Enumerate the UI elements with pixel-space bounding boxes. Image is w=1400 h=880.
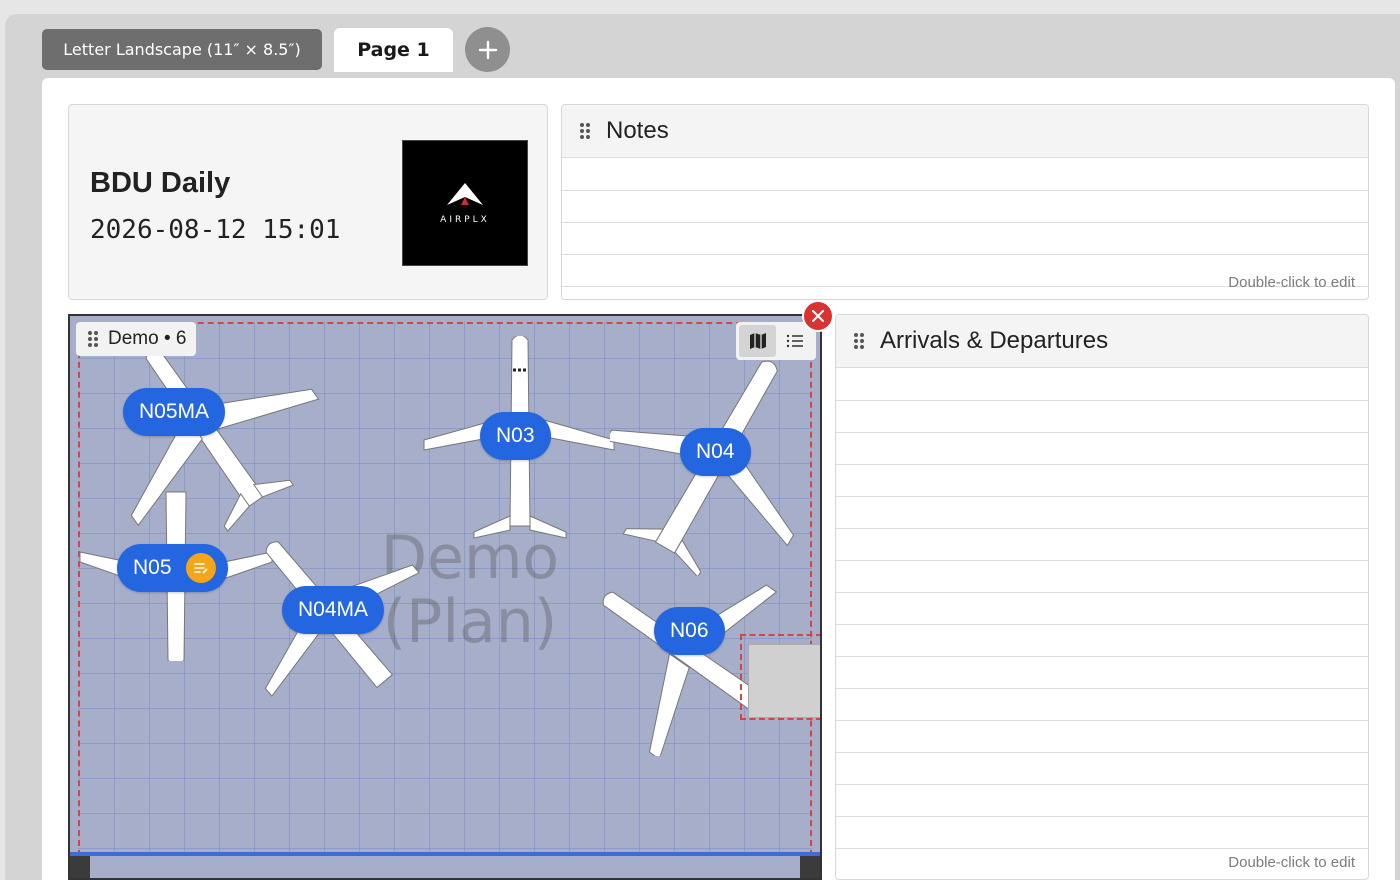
tail-tag-n06[interactable]: N06 — [654, 607, 725, 655]
map-icon — [749, 333, 766, 349]
resize-handle-left[interactable] — [70, 856, 90, 878]
page-size-button[interactable]: Letter Landscape (11″ × 8.5″) — [42, 29, 322, 70]
list-view-button[interactable] — [776, 325, 813, 357]
tail-tag-n04[interactable]: N04 — [680, 428, 751, 476]
arrivals-header[interactable]: Arrivals & Departures — [836, 315, 1368, 368]
plan-scrollbar[interactable] — [70, 856, 820, 878]
stand-placeholder — [748, 644, 820, 718]
demo-plan-label[interactable]: Demo • 6 — [76, 322, 197, 356]
board-title: BDU Daily — [90, 167, 231, 199]
logo-mark-icon — [447, 183, 483, 205]
arrivals-title: Arrivals & Departures — [880, 327, 1109, 354]
tail-tag-n03[interactable]: N03 — [480, 412, 551, 460]
drag-handle-icon[interactable] — [580, 123, 592, 139]
resize-handle-right[interactable] — [800, 856, 820, 878]
notes-widget[interactable]: Notes Double-click to edit — [561, 104, 1369, 300]
list-icon — [786, 334, 803, 348]
drag-handle-icon[interactable] — [88, 331, 100, 347]
empty-stand[interactable] — [740, 634, 820, 720]
notes-header[interactable]: Notes — [562, 105, 1368, 158]
tail-tag-n05ma[interactable]: N05MA — [123, 388, 226, 436]
notes-edit-hint: Double-click to edit — [1228, 274, 1355, 291]
demo-plan-widget[interactable]: Demo (Plan) N05MA N03 N04 N05 N04MA N06 … — [68, 314, 822, 880]
view-toggle[interactable] — [736, 322, 816, 360]
tail-tag-n05-label: N05 — [133, 556, 172, 579]
map-view-button[interactable] — [739, 325, 776, 357]
note-icon[interactable] — [185, 553, 216, 583]
notes-title: Notes — [606, 117, 669, 144]
airplx-logo: AIRPLX — [402, 140, 528, 266]
title-card[interactable]: BDU Daily 2026-08-12 15:01 AIRPLX — [68, 104, 548, 300]
tail-tag-n05[interactable]: N05 — [117, 544, 228, 592]
tab-page-1[interactable]: Page 1 — [334, 28, 453, 72]
tail-tag-n04ma[interactable]: N04MA — [282, 586, 385, 634]
add-page-button[interactable] — [465, 27, 510, 72]
logo-wordmark: AIRPLX — [440, 215, 490, 225]
close-icon — [812, 310, 824, 322]
demo-plan-title: Demo • 6 — [108, 328, 187, 349]
drag-handle-icon[interactable] — [854, 333, 866, 349]
arrivals-lines[interactable] — [836, 369, 1368, 879]
arrivals-widget[interactable]: Arrivals & Departures Double-click to ed… — [835, 314, 1369, 880]
plus-icon — [478, 40, 497, 59]
close-widget-button[interactable] — [802, 300, 834, 332]
arrivals-edit-hint: Double-click to edit — [1228, 854, 1355, 871]
board-datetime: 2026-08-12 15:01 — [90, 215, 341, 245]
